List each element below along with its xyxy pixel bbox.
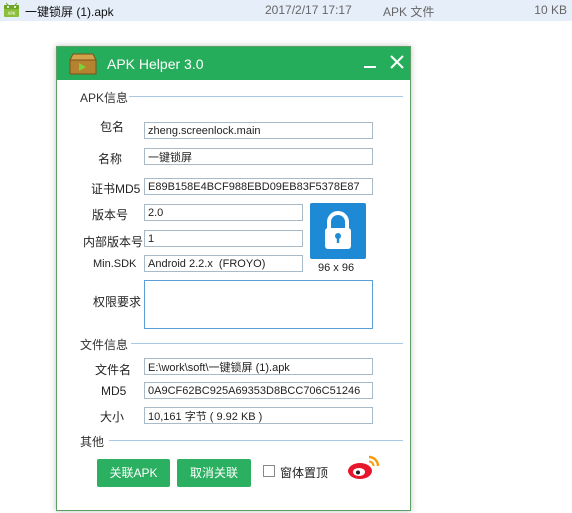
name-label: 名称 [98, 152, 123, 166]
name-field[interactable] [144, 148, 373, 165]
permissions-label: 权限要求 [93, 295, 142, 309]
svg-text:APK: APK [8, 11, 16, 16]
minimize-button[interactable] [362, 53, 378, 73]
file-name: 一键锁屏 (1).apk [25, 5, 114, 19]
section-title-other: 其他 [80, 435, 105, 449]
icon-size-text: 96 x 96 [318, 262, 355, 274]
version-label: 版本号 [92, 208, 129, 222]
close-icon[interactable] [388, 52, 406, 72]
window-title: APK Helper 3.0 [107, 56, 204, 72]
cert-md5-label: 证书MD5 [91, 182, 141, 196]
minsdk-label: Min.SDK [93, 258, 137, 270]
md5-field[interactable] [144, 382, 373, 399]
file-list-row[interactable]: APK 一键锁屏 (1).apk 2017/2/17 17:17 APK 文件 … [0, 0, 572, 21]
treasure-box-logo-icon [69, 53, 97, 75]
file-date: 2017/2/17 17:17 [265, 3, 352, 17]
package-label: 包名 [100, 120, 125, 134]
unassociate-button[interactable]: 取消关联 [177, 459, 251, 487]
size-field[interactable] [144, 407, 373, 424]
md5-label: MD5 [101, 384, 127, 398]
file-type: APK 文件 [383, 5, 435, 19]
title-bar[interactable]: APK Helper 3.0 [57, 47, 410, 80]
section-title-apk-info: APK信息 [80, 91, 129, 105]
filename-label: 文件名 [95, 363, 132, 377]
size-label: 大小 [100, 410, 125, 424]
file-size: 10 KB [534, 3, 567, 17]
package-field[interactable] [144, 122, 373, 139]
internal-version-label: 内部版本号 [83, 235, 144, 249]
app-icon-preview [310, 203, 366, 259]
apk-file-icon: APK [4, 2, 19, 17]
internal-version-field[interactable] [144, 230, 303, 247]
permissions-textbox[interactable] [144, 280, 373, 329]
apk-helper-window: APK Helper 3.0 APK信息 包名 名称 证书MD5 版本号 内部版… [56, 46, 411, 511]
topmost-label: 窗体置顶 [280, 466, 329, 480]
weibo-icon[interactable] [347, 453, 381, 481]
lock-icon [325, 211, 351, 249]
topmost-checkbox[interactable] [263, 465, 275, 477]
section-divider [131, 343, 403, 344]
version-field[interactable] [144, 204, 303, 221]
section-title-file-info: 文件信息 [80, 338, 129, 352]
associate-apk-button[interactable]: 关联APK [97, 459, 170, 487]
cert-md5-field[interactable] [144, 178, 373, 195]
minsdk-field[interactable] [144, 255, 303, 272]
section-divider [109, 440, 403, 441]
section-divider [129, 96, 403, 97]
filename-field[interactable] [144, 358, 373, 375]
